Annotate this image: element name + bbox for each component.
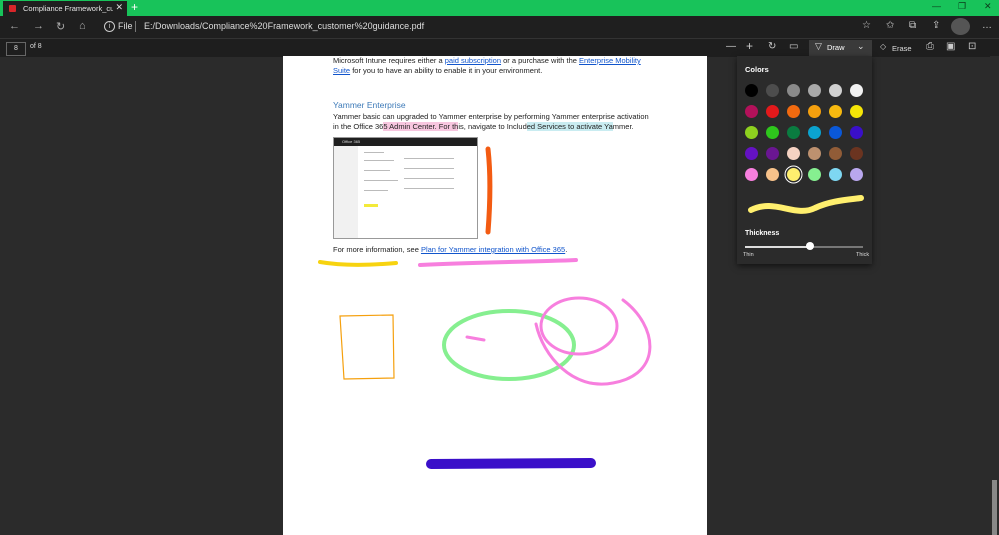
color-swatch[interactable] xyxy=(850,147,863,160)
pdf-toolbar: 8 of 8 — + ↻ ▭ ▽ Draw ⌄ ◇ Erase ⎙ ▣ ⊡ xyxy=(0,38,999,57)
orange-rectangle-stroke[interactable] xyxy=(339,314,395,380)
color-swatch[interactable] xyxy=(829,126,842,139)
color-swatch[interactable] xyxy=(808,168,821,181)
home-icon[interactable]: ⌂ xyxy=(79,20,86,32)
color-swatch[interactable] xyxy=(808,147,821,160)
url-field[interactable]: E:/Downloads/Compliance%20Framework_cust… xyxy=(144,21,424,31)
eraser-icon[interactable]: ◇ xyxy=(880,42,886,51)
avatar[interactable] xyxy=(951,18,970,35)
pdf-favicon-icon xyxy=(9,5,16,12)
yellow-ink-stroke[interactable] xyxy=(318,260,398,267)
draw-button[interactable]: ▽ Draw ⌄ xyxy=(809,40,872,56)
color-swatch[interactable] xyxy=(829,147,842,160)
thickness-slider-fill xyxy=(745,246,810,248)
color-swatch[interactable] xyxy=(808,105,821,118)
orange-ink-stroke[interactable] xyxy=(485,146,493,235)
colors-heading: Colors xyxy=(745,65,769,74)
purple-ink-stroke[interactable] xyxy=(426,458,596,469)
color-swatch[interactable] xyxy=(745,168,758,181)
color-swatch[interactable] xyxy=(787,84,800,97)
print-icon[interactable]: ⎙ xyxy=(926,41,934,52)
color-swatch[interactable] xyxy=(766,105,779,118)
thin-label: Thin xyxy=(743,252,754,258)
minimize-icon[interactable]: — xyxy=(932,1,941,11)
color-swatch[interactable] xyxy=(787,105,800,118)
rotate-icon[interactable]: ↻ xyxy=(768,41,776,52)
address-bar: ← → ↻ ⌂ i File E:/Downloads/Compliance%2… xyxy=(0,16,999,38)
thick-label: Thick xyxy=(856,252,870,258)
stroke-preview xyxy=(748,195,864,214)
pin-icon[interactable]: ⊡ xyxy=(968,41,976,52)
pink-dash-stroke[interactable] xyxy=(465,335,486,342)
share-icon[interactable]: ⇪ xyxy=(932,20,940,31)
refresh-icon[interactable]: ↻ xyxy=(56,20,65,33)
pink-ellipse-stroke[interactable] xyxy=(539,296,619,356)
color-swatch[interactable] xyxy=(745,84,758,97)
color-swatch[interactable] xyxy=(766,147,779,160)
chevron-down-icon[interactable]: ⌄ xyxy=(857,41,865,52)
thickness-slider-track[interactable] xyxy=(745,246,863,248)
color-swatch[interactable] xyxy=(808,126,821,139)
pen-icon: ▽ xyxy=(815,41,822,51)
color-swatch[interactable] xyxy=(850,105,863,118)
more-icon[interactable]: … xyxy=(982,20,992,31)
back-arrow-icon[interactable]: ← xyxy=(9,20,20,32)
color-swatch[interactable] xyxy=(850,126,863,139)
color-swatch[interactable] xyxy=(829,84,842,97)
thickness-heading: Thickness xyxy=(745,230,780,237)
green-ellipse-stroke[interactable] xyxy=(442,309,576,381)
color-swatch[interactable] xyxy=(787,168,800,181)
info-icon[interactable]: i xyxy=(104,21,115,32)
new-tab-button[interactable]: + xyxy=(131,0,138,14)
tab-strip: Compliance Framework_custome ✕ + — ❐ ✕ xyxy=(0,0,999,16)
minus-icon[interactable]: — xyxy=(726,41,736,52)
collections-icon[interactable]: ⧉ xyxy=(909,20,916,31)
color-swatch[interactable] xyxy=(850,84,863,97)
tab-close-icon[interactable]: ✕ xyxy=(115,2,123,13)
thickness-slider-knob[interactable] xyxy=(805,242,814,250)
page-number-input[interactable]: 8 xyxy=(6,42,26,56)
scrollbar-thumb[interactable] xyxy=(992,480,997,535)
color-swatch[interactable] xyxy=(766,126,779,139)
draw-flyout: Colors Thickness Thin Thick xyxy=(737,56,872,264)
scrollbar[interactable] xyxy=(990,56,999,535)
forward-arrow-icon[interactable]: → xyxy=(33,20,44,32)
color-swatch[interactable] xyxy=(745,126,758,139)
fit-page-icon[interactable]: ▭ xyxy=(789,41,798,52)
color-swatch[interactable] xyxy=(850,168,863,181)
favorites-icon[interactable]: ✩ xyxy=(886,20,894,31)
page-count: of 8 xyxy=(30,43,42,50)
star-icon[interactable]: ☆ xyxy=(862,20,871,31)
color-swatch[interactable] xyxy=(766,84,779,97)
browser-tab[interactable]: Compliance Framework_custome ✕ xyxy=(3,1,127,16)
file-scheme-label: File xyxy=(118,21,133,31)
color-swatch[interactable] xyxy=(829,105,842,118)
color-swatch[interactable] xyxy=(766,168,779,181)
color-swatch[interactable] xyxy=(787,147,800,160)
color-swatch[interactable] xyxy=(745,105,758,118)
color-swatch[interactable] xyxy=(745,147,758,160)
address-separator xyxy=(135,21,136,32)
pdf-page: Microsoft Intune requires either a paid … xyxy=(283,56,707,535)
plus-icon[interactable]: + xyxy=(746,39,753,53)
restore-icon[interactable]: ❐ xyxy=(958,1,966,12)
color-swatch[interactable] xyxy=(829,168,842,181)
pink-underline-stroke[interactable] xyxy=(418,258,578,267)
erase-button[interactable]: Erase xyxy=(892,44,912,53)
color-swatch[interactable] xyxy=(808,84,821,97)
tab-title: Compliance Framework_custome xyxy=(23,4,113,13)
close-window-icon[interactable]: ✕ xyxy=(984,1,992,12)
draw-label: Draw xyxy=(827,43,845,52)
save-icon[interactable]: ▣ xyxy=(946,41,955,52)
ink-layer[interactable] xyxy=(283,56,707,535)
color-swatch[interactable] xyxy=(787,126,800,139)
